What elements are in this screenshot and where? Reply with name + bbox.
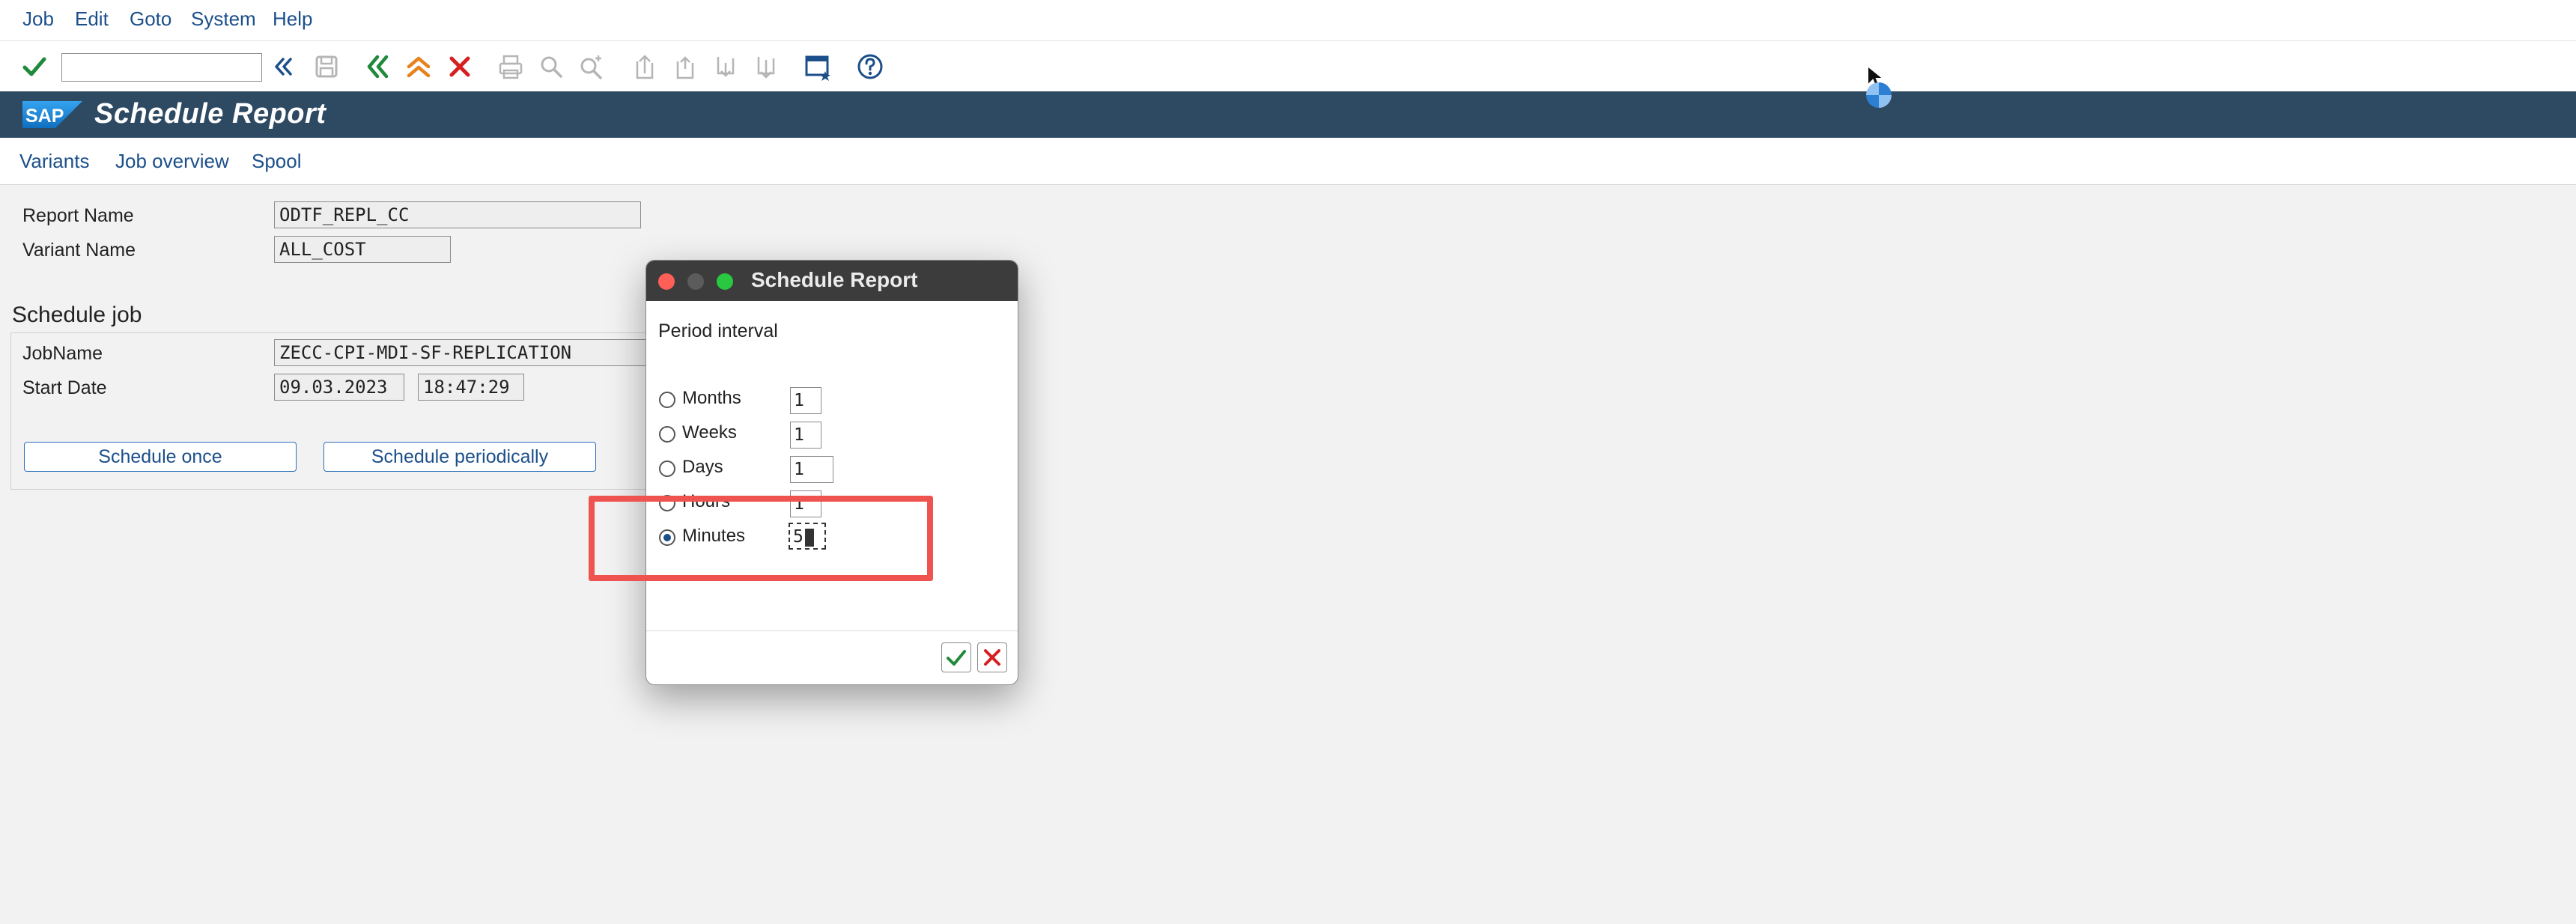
variants-button[interactable]: Variants [19, 150, 89, 173]
save-icon[interactable] [309, 49, 344, 85]
months-label: Months [682, 388, 741, 408]
dialog-title: Schedule Report [751, 268, 918, 291]
report-name-field[interactable]: ODTF_REPL_CC [274, 201, 641, 228]
schedule-report-dialog: Schedule Report Period interval Months 1… [645, 260, 1018, 685]
weeks-input[interactable]: 1 [790, 422, 821, 449]
jobname-label: JobName [22, 343, 103, 364]
zoom-window-icon[interactable] [717, 273, 733, 290]
months-input[interactable]: 1 [790, 387, 821, 414]
months-radio[interactable] [659, 392, 675, 408]
menu-bar: Job Edit Goto System Help [0, 0, 2576, 40]
variant-name-label: Variant Name [22, 240, 136, 261]
enter-icon[interactable] [16, 49, 52, 85]
confirm-check-icon [947, 650, 966, 666]
cancel-icon[interactable] [442, 49, 478, 85]
help-icon[interactable] [852, 49, 888, 85]
cancel-x-icon [984, 649, 1000, 666]
job-overview-button[interactable]: Job overview [115, 150, 229, 173]
start-date-label: Start Date [22, 377, 107, 398]
menu-help[interactable]: Help [273, 7, 312, 31]
minimize-window-icon[interactable] [687, 273, 704, 290]
standard-toolbar [0, 40, 2576, 92]
menu-edit[interactable]: Edit [75, 7, 109, 31]
next-page-icon[interactable] [707, 49, 743, 85]
dialog-footer-separator [646, 630, 1018, 631]
last-page-icon[interactable] [747, 49, 783, 85]
first-page-icon[interactable] [626, 49, 662, 85]
back-nav-icon[interactable] [265, 49, 301, 85]
schedule-once-button[interactable]: Schedule once [24, 442, 297, 472]
start-date-field[interactable]: 09.03.2023 [274, 374, 404, 401]
weeks-label: Weeks [682, 422, 737, 443]
start-time-field[interactable]: 18:47:29 [418, 374, 524, 401]
days-label: Days [682, 457, 723, 477]
menu-system[interactable]: System [191, 7, 256, 31]
command-field[interactable] [61, 53, 262, 82]
find-icon[interactable] [533, 49, 569, 85]
create-session-icon[interactable] [800, 49, 836, 85]
confirm-button[interactable] [941, 642, 971, 672]
report-name-label: Report Name [22, 205, 134, 226]
menu-job[interactable]: Job [22, 7, 54, 31]
back-icon[interactable] [359, 49, 395, 85]
spool-button[interactable]: Spool [252, 150, 302, 173]
schedule-periodically-button[interactable]: Schedule periodically [323, 442, 596, 472]
days-radio[interactable] [659, 461, 675, 477]
close-window-icon[interactable] [658, 273, 675, 290]
previous-page-icon[interactable] [666, 49, 702, 85]
highlight-annotation-box [589, 496, 933, 581]
svg-text:SAP: SAP [25, 106, 64, 127]
title-bar: SAP Schedule Report [0, 91, 2576, 138]
schedule-job-group-title: Schedule job [12, 303, 142, 327]
dialog-title-bar: Schedule Report [646, 261, 1018, 301]
variant-name-field[interactable]: ALL_COST [274, 236, 451, 263]
menu-goto[interactable]: Goto [130, 7, 171, 31]
days-input[interactable]: 1 [790, 456, 833, 483]
period-interval-label: Period interval [658, 320, 778, 341]
busy-indicator-icon [1866, 82, 1892, 108]
cancel-button[interactable] [977, 642, 1007, 672]
application-toolbar: Variants Job overview Spool [0, 138, 2576, 185]
find-next-icon[interactable] [574, 49, 610, 85]
weeks-radio[interactable] [659, 426, 675, 443]
print-icon[interactable] [493, 49, 529, 85]
jobname-field[interactable]: ZECC-CPI-MDI-SF-REPLICATION [274, 339, 648, 366]
page-title: Schedule Report [94, 98, 326, 130]
sap-logo: SAP [22, 101, 82, 128]
exit-icon[interactable] [401, 49, 437, 85]
